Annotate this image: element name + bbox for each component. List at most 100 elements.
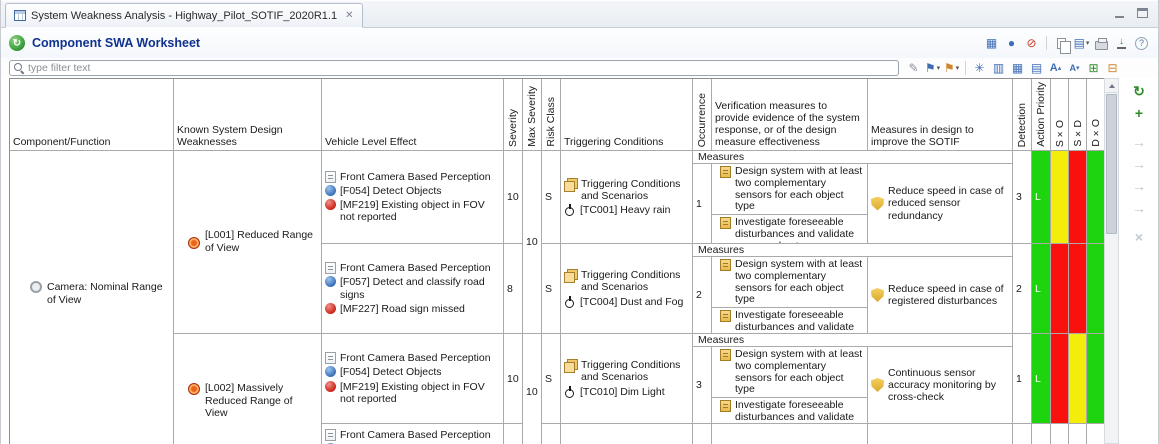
risk-class-cell[interactable] (542, 424, 561, 444)
dxo-cell[interactable] (1087, 424, 1105, 444)
col-header-weaknesses[interactable]: Known System Design Weaknesses (174, 79, 322, 151)
flag-orange-menu-icon[interactable]: ⚑▾ (943, 59, 960, 76)
risk-class-cell[interactable]: S (542, 151, 561, 244)
component-cell[interactable]: Camera: Nominal Range of View (10, 151, 174, 444)
verification-cell[interactable]: Design system with at least two compleme… (712, 164, 868, 244)
vertical-scrollbar[interactable] (1104, 78, 1119, 444)
dxo-cell[interactable] (1087, 244, 1105, 334)
disable-highlight-icon[interactable]: ⊘ (1023, 35, 1040, 52)
weakness-cell[interactable]: [L002] Massively Reduced Range of View (174, 334, 322, 444)
triggering-cell[interactable]: Triggering Conditions and Scenarios [TC0… (561, 334, 693, 424)
design-measures-cell[interactable]: Continuous sensor accuracy monitoring by… (868, 347, 1013, 424)
detection-cell[interactable]: 3 (1013, 151, 1032, 244)
design-measures-cell[interactable]: Reduce speed in case of reduced sensor r… (868, 164, 1013, 244)
occurrence-cell[interactable]: 1 (693, 164, 712, 244)
design-measures-cell[interactable] (868, 424, 1013, 444)
edit-icon[interactable]: ✎ (905, 59, 922, 76)
col-header-occurrence[interactable]: Occurrence (693, 79, 712, 151)
auto-color-icon[interactable]: ✳ (971, 59, 988, 76)
sxd-cell[interactable] (1069, 244, 1087, 334)
occurrence-cell[interactable] (693, 424, 712, 444)
copy-icon[interactable] (1053, 35, 1070, 52)
filter-input[interactable] (28, 62, 894, 74)
occurrence-cell[interactable]: 2 (693, 257, 712, 334)
triggering-cell[interactable]: Triggering Conditions and Scenarios [TC0… (561, 244, 693, 334)
action-priority-cell[interactable]: L (1032, 334, 1051, 424)
col-header-dxo[interactable]: D×O (1087, 79, 1105, 151)
minimize-icon[interactable] (1114, 8, 1125, 19)
print-icon[interactable] (1093, 35, 1110, 52)
scrollbar-thumb[interactable] (1106, 94, 1117, 234)
design-measures-cell[interactable]: Reduce speed in case of registered distu… (868, 257, 1013, 334)
occurrence-cell[interactable]: 3 (693, 347, 712, 424)
col-header-verification[interactable]: Verification measures to provide evidenc… (712, 79, 868, 151)
risk-class-cell[interactable]: S (542, 244, 561, 334)
scroll-up-icon[interactable] (1105, 79, 1118, 93)
sxd-cell[interactable] (1069, 424, 1087, 444)
action-priority-cell[interactable]: L (1032, 151, 1051, 244)
table-export-menu-icon[interactable]: ▤▾ (1073, 35, 1090, 52)
editor-tab[interactable]: System Weakness Analysis - Highway_Pilot… (5, 3, 363, 28)
move-disabled-icon[interactable]: → (1128, 132, 1150, 152)
col-header-triggering[interactable]: Triggering Conditions (561, 79, 693, 151)
help-icon[interactable]: ? (1133, 35, 1150, 52)
col-header-sxd[interactable]: S×D (1069, 79, 1087, 151)
flag-blue-menu-icon[interactable]: ⚑▾ (924, 59, 941, 76)
add-icon[interactable]: + (1128, 103, 1150, 123)
table-view-compact-icon[interactable]: ▥ (990, 59, 1007, 76)
col-header-detection[interactable]: Detection (1013, 79, 1032, 151)
severity-cell[interactable] (504, 424, 523, 444)
highlight-rows-icon[interactable]: ● (1003, 35, 1020, 52)
severity-cell[interactable]: 10 (504, 151, 523, 244)
verification-cell[interactable]: Design system with at least two compleme… (712, 257, 868, 334)
effect-cell[interactable]: Front Camera Based Perception [F057] Det… (322, 244, 504, 334)
move-disabled-icon[interactable]: → (1128, 198, 1150, 218)
dxo-cell[interactable] (1087, 151, 1105, 244)
effect-cell[interactable]: Front Camera Based Perception [F054] Det… (322, 151, 504, 244)
risk-class-cell[interactable]: S (542, 334, 561, 424)
collapse-all-icon[interactable]: ⊟ (1104, 59, 1121, 76)
effect-cell[interactable]: Front Camera Based Perception [F054] Det… (322, 424, 504, 444)
sxo-cell[interactable] (1051, 244, 1069, 334)
move-disabled-icon[interactable]: → (1128, 176, 1150, 196)
maximize-icon[interactable] (1137, 8, 1148, 18)
max-severity-cell[interactable]: 10 (523, 334, 542, 444)
severity-cell[interactable]: 10 (504, 334, 523, 424)
weakness-cell[interactable]: [L001] Reduced Range of View (174, 151, 322, 334)
triggering-cell[interactable] (561, 424, 693, 444)
dxo-cell[interactable] (1087, 334, 1105, 424)
table-layout-icon[interactable]: ▦ (983, 35, 1000, 52)
delete-icon[interactable]: × (1128, 227, 1150, 247)
sxo-cell[interactable] (1051, 424, 1069, 444)
col-header-action-priority[interactable]: Action Priority (1032, 79, 1051, 151)
col-header-effect[interactable]: Vehicle Level Effect (322, 79, 504, 151)
export-icon[interactable]: ↓ (1113, 35, 1130, 52)
effect-cell[interactable]: Front Camera Based Perception [F054] Det… (322, 334, 504, 424)
col-header-component[interactable]: Component/Function (10, 79, 174, 151)
col-header-severity[interactable]: Severity (504, 79, 523, 151)
table-view-full-icon[interactable]: ▤ (1028, 59, 1045, 76)
detection-cell[interactable]: 1 (1013, 334, 1032, 424)
triggering-cell[interactable]: Triggering Conditions and Scenarios [TC0… (561, 151, 693, 244)
refresh-icon[interactable]: ↻ (1128, 81, 1150, 101)
move-disabled-icon[interactable]: → (1128, 154, 1150, 174)
action-priority-cell[interactable] (1032, 424, 1051, 444)
max-severity-cell[interactable]: 10 (523, 151, 542, 334)
font-increase-icon[interactable]: A▴ (1047, 59, 1064, 76)
sxo-cell[interactable] (1051, 334, 1069, 424)
col-header-design-measures[interactable]: Measures in design to improve the SOTIF (868, 79, 1013, 151)
col-header-sxo[interactable]: S×O (1051, 79, 1069, 151)
severity-cell[interactable]: 8 (504, 244, 523, 334)
detection-cell[interactable] (1013, 424, 1032, 444)
expand-all-icon[interactable]: ⊞ (1085, 59, 1102, 76)
table-view-grid-icon[interactable]: ▦ (1009, 59, 1026, 76)
font-decrease-icon[interactable]: A▾ (1066, 59, 1083, 76)
tab-close-icon[interactable]: ✕ (345, 10, 353, 21)
col-header-risk-class[interactable]: Risk Class (542, 79, 561, 151)
col-header-max-severity[interactable]: Max Severity (523, 79, 542, 151)
sxd-cell[interactable] (1069, 334, 1087, 424)
action-priority-cell[interactable]: L (1032, 244, 1051, 334)
sxd-cell[interactable] (1069, 151, 1087, 244)
sxo-cell[interactable] (1051, 151, 1069, 244)
detection-cell[interactable]: 2 (1013, 244, 1032, 334)
